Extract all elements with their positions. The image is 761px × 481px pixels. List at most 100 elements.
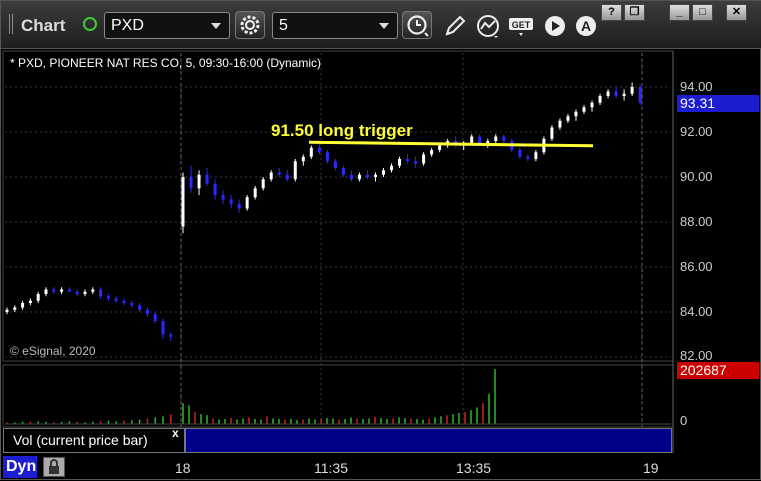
y-tick-label: 94.00 <box>680 79 713 94</box>
candle-body <box>293 161 297 180</box>
lock-icon[interactable] <box>43 457 65 477</box>
y-tick-label: 84.00 <box>680 304 713 319</box>
candle-body <box>357 174 361 180</box>
y-tick-label: 88.00 <box>680 214 713 229</box>
chart-window: Chart PXD 5 GET A ? ❐ _ □ ✕ * PXD, PIONE… <box>0 0 761 480</box>
price-chart[interactable] <box>1 49 761 481</box>
interval-value: 5 <box>279 17 288 34</box>
close-button[interactable]: ✕ <box>726 4 747 21</box>
candle-body <box>486 141 490 144</box>
settings-button[interactable] <box>235 11 265 39</box>
candle-body <box>574 111 578 117</box>
candle-body <box>229 199 233 204</box>
time-button[interactable] <box>402 11 432 39</box>
candle-body <box>197 174 201 189</box>
candle-body <box>99 289 103 297</box>
chart-title[interactable]: Chart <box>9 14 65 36</box>
minimize-button[interactable]: _ <box>669 4 690 21</box>
chevron-down-icon[interactable] <box>211 23 221 29</box>
candle-body <box>245 197 249 209</box>
volume-legend[interactable]: Vol (current price bar) <box>3 428 185 453</box>
candle-body <box>169 334 173 337</box>
candle-body <box>518 150 522 157</box>
price-pane-frame <box>2 50 674 362</box>
x-tick-label: 13:35 <box>456 460 492 476</box>
candle-body <box>213 183 217 195</box>
candle-body <box>5 309 9 312</box>
candle-body <box>36 294 40 301</box>
candle-body <box>566 116 570 121</box>
chart-title-label: Chart <box>21 16 66 35</box>
interval-input[interactable]: 5 <box>272 12 398 39</box>
play-icon[interactable] <box>541 12 569 40</box>
pencil-icon[interactable] <box>441 12 469 40</box>
study-icon[interactable] <box>474 12 502 40</box>
candle-body <box>145 309 149 315</box>
candle-body <box>75 291 79 294</box>
candle-body <box>28 300 32 303</box>
candle-body <box>317 147 321 153</box>
candle-body <box>502 136 506 141</box>
candle-body <box>138 305 142 310</box>
candle-body <box>325 152 329 162</box>
svg-text:A: A <box>581 18 591 34</box>
maximize-button[interactable]: □ <box>692 4 713 21</box>
candle-body <box>285 174 289 180</box>
candle-body <box>398 159 402 166</box>
grip-icon[interactable] <box>9 14 15 34</box>
candle-body <box>269 172 273 180</box>
candle-body <box>83 291 87 294</box>
svg-text:GET: GET <box>512 20 531 30</box>
candle-body <box>598 96 602 103</box>
candle-body <box>582 107 586 112</box>
x-tick-label: 11:35 <box>314 460 348 476</box>
candle-body <box>349 174 353 180</box>
y-tick-label: 82.00 <box>680 348 713 363</box>
help-button[interactable]: ? <box>601 4 622 21</box>
candle-body <box>470 136 474 144</box>
get-icon[interactable]: GET <box>507 12 535 40</box>
candle-body <box>638 87 642 103</box>
candle-body <box>526 156 530 159</box>
candle-body <box>91 289 95 292</box>
chart-description: * PXD, PIONEER NAT RES CO, 5, 09:30-16:0… <box>10 56 321 70</box>
close-study-icon[interactable]: x <box>172 426 179 440</box>
last-price-badge: 93.31 <box>677 95 759 112</box>
y-tick-label: 92.00 <box>680 124 713 139</box>
trigger-line <box>308 140 594 148</box>
y-tick-label: 90.00 <box>680 169 713 184</box>
candle-body <box>341 168 345 175</box>
chevron-down-icon[interactable] <box>379 23 389 29</box>
candle-body <box>60 289 64 292</box>
candle-body <box>153 314 157 321</box>
x-tick-label: 19 <box>643 460 659 476</box>
symbol-input[interactable]: PXD <box>104 12 230 39</box>
candle-body <box>422 154 426 164</box>
last-volume-badge: 202687 <box>677 362 759 379</box>
candle-body <box>181 177 185 227</box>
candle-body <box>44 289 48 294</box>
candle-body <box>373 174 377 177</box>
candle-body <box>494 136 498 141</box>
float-button[interactable]: ❐ <box>624 4 645 21</box>
candle-body <box>478 136 482 144</box>
candle-body <box>430 150 434 155</box>
candle-body <box>161 321 165 335</box>
annotation-label[interactable]: 91.50 long trigger <box>271 121 413 141</box>
candle-body <box>277 172 281 175</box>
status-icon <box>83 17 97 31</box>
alert-icon[interactable]: A <box>572 12 600 40</box>
volume-pane-frame <box>2 364 674 428</box>
clock-icon <box>407 15 429 37</box>
candle-body <box>21 303 25 308</box>
candle-body <box>333 161 337 168</box>
symbol-value: PXD <box>111 17 144 34</box>
candle-body <box>301 156 305 162</box>
candle-body <box>52 289 56 292</box>
candle-body <box>261 179 265 189</box>
candle-body <box>406 159 410 162</box>
candle-body <box>221 195 225 200</box>
x-tick-label: 18 <box>175 460 191 476</box>
candle-body <box>114 298 118 301</box>
mode-badge[interactable]: Dyn <box>3 456 37 478</box>
